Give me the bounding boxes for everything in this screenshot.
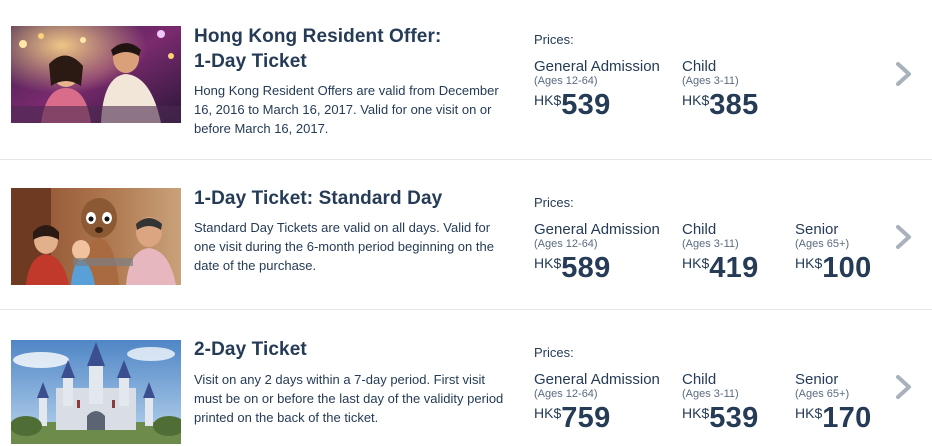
price-general-admission: General Admission (Ages 12-64) HK$589 <box>534 221 660 287</box>
price-currency: HK$ <box>682 405 710 421</box>
price-currency: HK$ <box>682 255 710 271</box>
price-currency: HK$ <box>682 92 710 108</box>
price-currency: HK$ <box>534 405 562 421</box>
price-amount: 539 <box>709 402 759 434</box>
price-value: HK$759 <box>534 399 660 437</box>
ticket-image-family-with-chipmunks <box>11 188 181 285</box>
price-value: HK$589 <box>534 249 660 287</box>
price-category: Child <box>682 58 717 75</box>
ticket-title[interactable]: Hong Kong Resident Offer: 1-Day Ticket <box>194 24 504 74</box>
price-senior: Senior (Ages 65+) HK$100 <box>795 221 872 287</box>
ticket-title-line: 2-Day Ticket <box>194 339 307 360</box>
price-amount: 385 <box>709 89 759 121</box>
price-category: General Admission <box>534 221 660 238</box>
price-amount: 759 <box>561 402 611 434</box>
chevron-right-icon[interactable] <box>893 224 915 250</box>
price-value: HK$385 <box>682 86 759 124</box>
price-general-admission: General Admission (Ages 12-64) HK$539 <box>534 58 660 124</box>
price-value: HK$419 <box>682 249 759 287</box>
price-amount: 589 <box>561 252 611 284</box>
price-category: General Admission <box>534 58 660 75</box>
price-senior: Senior (Ages 65+) HK$170 <box>795 371 872 437</box>
ticket-image-couple-at-park <box>11 26 181 123</box>
ticket-title[interactable]: 1-Day Ticket: Standard Day <box>194 186 504 211</box>
price-currency: HK$ <box>534 92 562 108</box>
prices-label: Prices: <box>534 32 574 47</box>
price-category: Senior <box>795 371 839 388</box>
ticket-description: Visit on any 2 days within a 7-day perio… <box>194 372 504 425</box>
price-child: Child (Ages 3-11) HK$385 <box>682 58 759 124</box>
price-general-admission: General Admission (Ages 12-64) HK$759 <box>534 371 660 437</box>
price-amount: 170 <box>822 402 872 434</box>
price-value: HK$539 <box>534 86 660 124</box>
price-value: HK$539 <box>682 399 759 437</box>
ticket-image-castle <box>11 340 181 444</box>
chevron-right-icon[interactable] <box>893 61 915 87</box>
price-category: Child <box>682 221 717 238</box>
price-amount: 100 <box>822 252 872 284</box>
price-currency: HK$ <box>795 405 823 421</box>
price-amount: 539 <box>561 89 611 121</box>
price-category: General Admission <box>534 371 660 388</box>
ticket-row-standard-day[interactable]: 1-Day Ticket: Standard Day Standard Day … <box>0 160 932 310</box>
ticket-title-line: Hong Kong Resident Offer: <box>194 26 442 47</box>
price-currency: HK$ <box>795 255 823 271</box>
chevron-right-icon[interactable] <box>893 374 915 400</box>
price-value: HK$170 <box>795 399 872 437</box>
price-child: Child (Ages 3-11) HK$539 <box>682 371 759 437</box>
ticket-row-resident-offer[interactable]: Hong Kong Resident Offer: 1-Day Ticket H… <box>0 0 932 150</box>
ticket-title[interactable]: 2-Day Ticket <box>194 337 504 362</box>
price-category: Senior <box>795 221 839 238</box>
price-amount: 419 <box>709 252 759 284</box>
ticket-title-line: 1-Day Ticket <box>194 51 307 72</box>
price-value: HK$100 <box>795 249 872 287</box>
prices-label: Prices: <box>534 195 574 210</box>
prices-label: Prices: <box>534 345 574 360</box>
price-currency: HK$ <box>534 255 562 271</box>
price-child: Child (Ages 3-11) HK$419 <box>682 221 759 287</box>
ticket-title-line: 1-Day Ticket: Standard Day <box>194 188 443 209</box>
ticket-row-two-day[interactable]: 2-Day Ticket Visit on any 2 days within … <box>0 310 932 446</box>
ticket-description: Hong Kong Resident Offers are valid from… <box>194 83 499 136</box>
price-category: Child <box>682 371 717 388</box>
ticket-description: Standard Day Tickets are valid on all da… <box>194 220 494 273</box>
